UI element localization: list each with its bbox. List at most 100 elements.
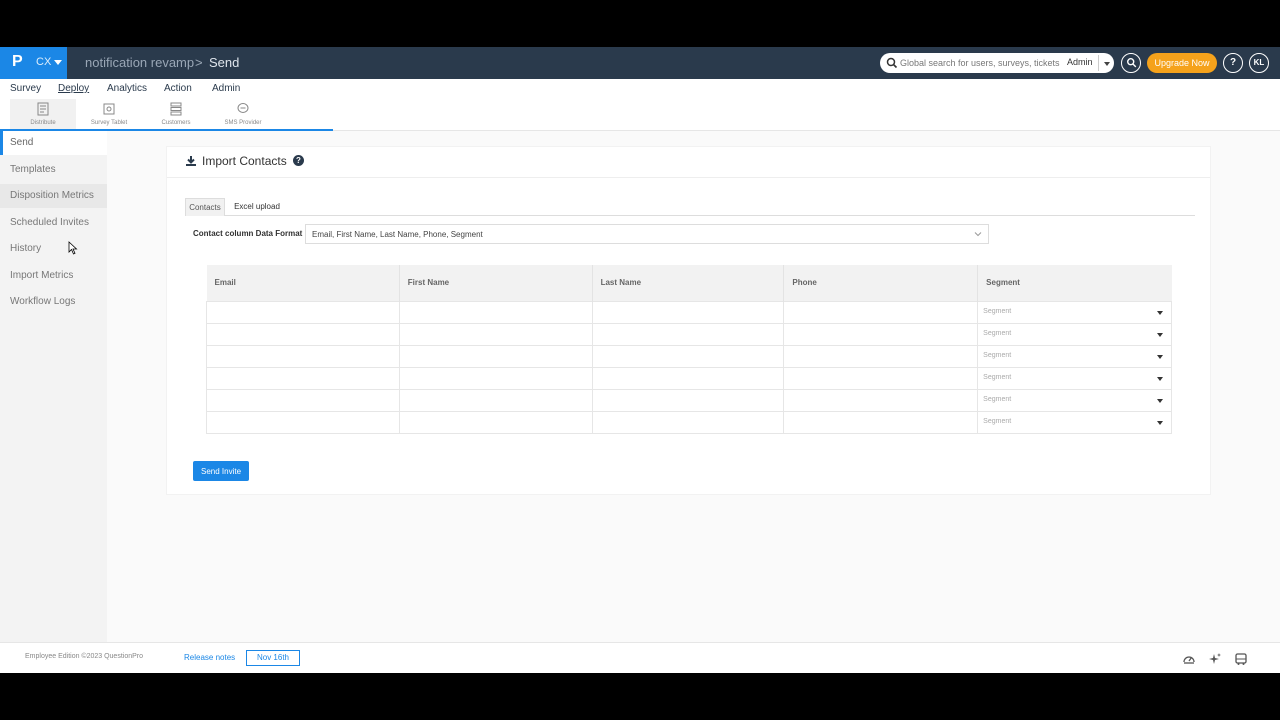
sidebar-item-templates[interactable]: Templates	[0, 158, 107, 182]
footer: Employee Edition ©2023 QuestionPro Relea…	[0, 642, 1280, 673]
sidebar-item-import-metrics[interactable]: Import Metrics	[0, 264, 107, 288]
tool-sms-provider[interactable]: SMS Provider	[210, 99, 276, 130]
contact-cell-first-name[interactable]	[398, 300, 593, 324]
contact-cell-last-name[interactable]	[591, 344, 785, 368]
caret-down-icon	[1157, 398, 1163, 403]
contact-cell-last-name[interactable]	[591, 388, 785, 412]
caret-down-icon	[1157, 354, 1163, 359]
contact-cell-phone[interactable]	[783, 388, 979, 412]
contact-cell-first-name[interactable]	[398, 410, 593, 434]
menu-item-survey[interactable]: Survey	[10, 83, 41, 94]
breadcrumb-separator: >	[195, 55, 203, 70]
segment-placeholder: Segment	[983, 352, 1012, 359]
segment-select[interactable]: Segment	[977, 366, 1172, 390]
bus-icon[interactable]	[1234, 652, 1248, 666]
format-select[interactable]: Email, First Name, Last Name, Phone, Seg…	[305, 224, 989, 244]
contact-cell-email[interactable]	[206, 388, 400, 412]
contact-cell-last-name[interactable]	[591, 410, 785, 434]
panel-title: Import Contacts	[202, 154, 287, 168]
tab-contacts[interactable]: Contacts	[185, 198, 225, 216]
main-menu: Survey Deploy Analytics Action Admin	[0, 79, 1280, 99]
contact-cell-email[interactable]	[206, 366, 400, 390]
column-header-phone: Phone	[783, 265, 979, 301]
menu-item-analytics[interactable]: Analytics	[107, 83, 147, 94]
contacts-table: Email First Name Last Name Phone Segment…	[206, 265, 1172, 434]
search-icon	[886, 57, 898, 69]
distribute-icon	[37, 102, 49, 116]
contact-cell-last-name[interactable]	[591, 300, 785, 324]
tool-label: Distribute	[30, 120, 56, 126]
menu-item-deploy[interactable]: Deploy	[58, 83, 89, 94]
table-row: Segment	[206, 322, 1172, 346]
contact-cell-phone[interactable]	[783, 366, 979, 390]
segment-placeholder: Segment	[983, 418, 1012, 425]
sidebar-item-scheduled-invites[interactable]: Scheduled Invites	[0, 211, 107, 235]
contact-cell-first-name[interactable]	[398, 388, 593, 412]
contact-cell-last-name[interactable]	[591, 366, 785, 390]
search-input[interactable]	[900, 55, 1062, 71]
column-header-first-name: First Name	[399, 265, 593, 301]
contact-cell-phone[interactable]	[783, 410, 979, 434]
release-date-button[interactable]: Nov 16th	[246, 650, 300, 666]
tool-survey-tablet[interactable]: Survey Tablet	[76, 99, 142, 130]
upgrade-button[interactable]: Upgrade Now	[1147, 53, 1217, 73]
table-header-row: Email First Name Last Name Phone Segment	[206, 265, 1172, 301]
contact-cell-first-name[interactable]	[398, 322, 593, 346]
segment-select[interactable]: Segment	[977, 388, 1172, 412]
menu-item-admin[interactable]: Admin	[212, 83, 240, 94]
product-switcher[interactable]: P CX	[0, 47, 67, 79]
speedometer-icon[interactable]	[1182, 652, 1196, 666]
tablet-icon	[103, 103, 115, 115]
contact-cell-phone[interactable]	[783, 344, 979, 368]
mouse-cursor-icon	[68, 241, 78, 255]
segment-placeholder: Segment	[983, 374, 1012, 381]
table-row: Segment	[206, 300, 1172, 324]
tab-excel-upload[interactable]: Excel upload	[229, 198, 285, 216]
contact-cell-email[interactable]	[206, 410, 400, 434]
copyright: Employee Edition ©2023 QuestionPro	[25, 653, 144, 660]
segment-select[interactable]: Segment	[977, 344, 1172, 368]
caret-down-icon	[54, 60, 62, 65]
logo: P	[12, 53, 23, 70]
search-scope[interactable]: Admin	[1067, 57, 1093, 67]
contact-cell-email[interactable]	[206, 300, 400, 324]
contact-cell-first-name[interactable]	[398, 366, 593, 390]
help-button[interactable]: ?	[1223, 53, 1243, 73]
format-label: Contact column Data Format	[193, 229, 303, 238]
customers-icon	[170, 102, 182, 116]
segment-select[interactable]: Segment	[977, 410, 1172, 434]
contact-cell-email[interactable]	[206, 344, 400, 368]
global-search: Admin	[880, 53, 1114, 73]
column-header-segment: Segment	[977, 265, 1172, 301]
sidebar-item-send[interactable]: Send	[0, 131, 107, 155]
breadcrumb-current: Send	[209, 55, 240, 70]
caret-down-icon	[1157, 376, 1163, 381]
send-invite-button[interactable]: Send Invite	[193, 461, 249, 481]
contact-cell-first-name[interactable]	[398, 344, 593, 368]
sparkle-icon[interactable]	[1208, 652, 1222, 666]
tool-customers[interactable]: Customers	[143, 99, 209, 130]
segment-select[interactable]: Segment	[977, 322, 1172, 346]
table-row: Segment	[206, 366, 1172, 390]
chevron-down-icon[interactable]	[1104, 62, 1110, 66]
contact-cell-phone[interactable]	[783, 300, 979, 324]
menu-item-action[interactable]: Action	[164, 83, 192, 94]
contact-cell-email[interactable]	[206, 322, 400, 346]
search-button[interactable]	[1121, 53, 1141, 73]
breadcrumb-survey[interactable]: notification revamp	[85, 55, 194, 70]
contact-cell-phone[interactable]	[783, 322, 979, 346]
tool-distribute[interactable]: Distribute	[10, 99, 76, 130]
release-notes-link[interactable]: Release notes	[184, 653, 235, 662]
contact-cell-last-name[interactable]	[591, 322, 785, 346]
table-row: Segment	[206, 410, 1172, 434]
sidebar-item-disposition-metrics[interactable]: Disposition Metrics	[0, 184, 107, 208]
chevron-down-icon	[974, 232, 982, 237]
sidebar-item-workflow-logs[interactable]: Workflow Logs	[0, 290, 107, 314]
segment-select[interactable]: Segment	[977, 300, 1172, 324]
download-icon	[186, 156, 196, 166]
avatar[interactable]: KL	[1249, 53, 1269, 73]
app-window: P CX notification revamp > Send Admin Up…	[0, 47, 1280, 673]
help-icon[interactable]: ?	[293, 155, 304, 166]
column-header-last-name: Last Name	[592, 265, 785, 301]
sidebar-item-history[interactable]: History	[0, 237, 107, 261]
